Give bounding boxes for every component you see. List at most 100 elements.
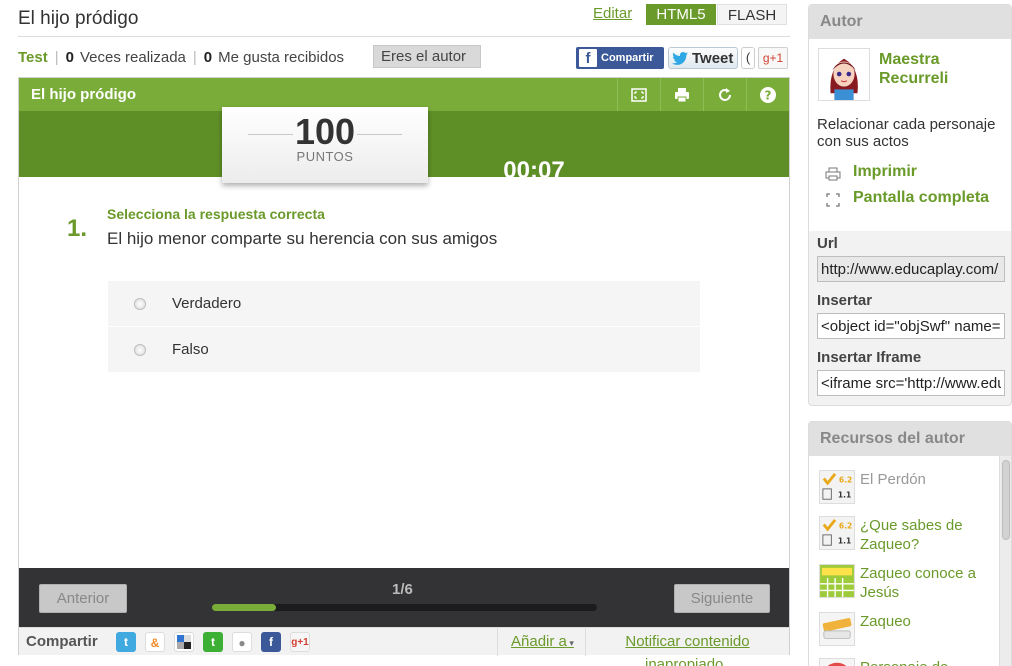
radio-button[interactable] — [134, 343, 146, 356]
tweet-label: Tweet — [692, 49, 734, 67]
report-content-link[interactable]: Notificar contenido — [585, 628, 789, 656]
tuenti-icon[interactable]: t — [203, 632, 223, 652]
time-label: TIEMPO — [507, 184, 561, 199]
delicious-squares-icon — [177, 635, 191, 649]
time-value: 00:07 — [503, 157, 565, 184]
activity-title: El hijo pródigo — [31, 86, 136, 103]
likes-count: 0 — [203, 48, 213, 66]
refresh-icon — [718, 87, 731, 101]
activity-frame: El hijo pródigo ? 00:07 TIEMPO 100 PUNTO… — [18, 77, 790, 656]
answer-label: Falso — [172, 341, 209, 358]
gplus-icon[interactable]: g+1 — [290, 632, 310, 652]
edit-link[interactable]: Editar — [593, 5, 632, 22]
plays-count: 0 — [65, 48, 74, 66]
facebook-icon: f — [579, 49, 597, 67]
resources-list: 6.2 1.1 El Perdón 6.2 1.1 ¿Que sabes de Za… — [809, 456, 999, 666]
add-to-dropdown[interactable]: Añadir a ▾ — [497, 628, 585, 656]
format-flash-tab[interactable]: FLASH — [717, 4, 787, 25]
scrollbar-thumb[interactable] — [1002, 460, 1010, 540]
delicious-icon[interactable] — [174, 632, 194, 652]
meta-separator: | — [54, 48, 59, 66]
fullscreen-icon — [630, 87, 647, 102]
embed-label: Insertar — [817, 292, 873, 309]
answer-option-false[interactable]: Falso — [108, 327, 700, 373]
print-tool-button[interactable] — [660, 78, 702, 111]
svg-text:1.1: 1.1 — [838, 490, 851, 499]
page-title: El hijo pródigo — [18, 8, 139, 29]
svg-text:1.1: 1.1 — [838, 536, 851, 545]
resource-title: Personaje de — [860, 658, 995, 666]
resources-heading: Recursos del autor — [809, 422, 1011, 456]
share-label: Compartir — [26, 633, 98, 650]
url-label: Url — [817, 235, 838, 252]
chevron-down-icon: ▾ — [566, 638, 574, 648]
report-content-link-continued[interactable]: inapropiado — [645, 658, 723, 666]
likes-label: Me gusta recibidos — [218, 48, 345, 66]
next-button[interactable]: Siguiente — [674, 584, 770, 613]
test-activity-icon: 6.2 1.1 — [819, 516, 855, 550]
ordering-activity-icon — [819, 612, 855, 646]
author-avatar[interactable] — [818, 48, 870, 101]
help-icon: ? — [759, 86, 776, 103]
resource-title: Zaqueo — [860, 613, 911, 630]
iframe-code-field[interactable] — [817, 370, 1005, 396]
timer: 00:07 TIEMPO — [489, 157, 579, 200]
author-resources-panel: Recursos del autor 6.2 1.1 El Perdón 6.2 1… — [808, 421, 1012, 666]
progress-fill — [212, 604, 277, 611]
tweet-button[interactable]: Tweet — [668, 47, 738, 69]
activity-meta: Test | 0 Veces realizada | 0 Me gusta re… — [18, 47, 344, 67]
myspace-icon[interactable]: ● — [232, 632, 252, 652]
twitter-icon[interactable]: t — [116, 632, 136, 652]
facebook-share-label: Compartir — [601, 52, 654, 64]
relation-activity-icon — [819, 658, 855, 666]
progress-track — [212, 604, 597, 611]
resource-title: Zaqueo conoce a Jesús — [860, 565, 976, 601]
activity-type: Test — [18, 48, 48, 66]
svg-text:6.2: 6.2 — [839, 475, 852, 484]
score-decoration — [357, 134, 402, 135]
print-link[interactable]: Imprimir — [853, 163, 917, 181]
fullscreen-link[interactable]: Pantalla completa — [853, 189, 989, 207]
score-value: 100 — [294, 111, 356, 152]
crossword-activity-icon — [819, 564, 855, 598]
embed-code-field[interactable] — [817, 313, 1005, 339]
fullscreen-tool-button[interactable] — [617, 78, 659, 111]
question-instruction: Selecciona la respuesta correcta — [107, 206, 325, 222]
gplus-button[interactable]: g+1 — [758, 47, 788, 69]
score-card: 100 PUNTOS — [222, 107, 428, 183]
question-number: 1. — [67, 215, 88, 242]
author-name[interactable]: Maestra Recurreli — [879, 50, 999, 88]
facebook-icon[interactable]: f — [261, 632, 281, 652]
author-card: Maestra Recurreli Relacionar cada person… — [809, 39, 1011, 231]
help-tool-button[interactable]: ? — [746, 78, 788, 111]
score-decoration — [248, 134, 293, 135]
plays-label: Veces realizada — [79, 48, 186, 66]
url-field[interactable] — [817, 256, 1005, 282]
author-panel: Autor Maestra Recurreli Relacionar cada … — [808, 4, 1012, 406]
answer-options: Verdadero Falso — [108, 281, 700, 373]
previous-button[interactable]: Anterior — [39, 584, 127, 613]
activity-description: Relacionar cada personaje con sus actos — [817, 116, 996, 150]
progress-label: 1/6 — [392, 581, 413, 598]
add-to-label: Añadir a — [511, 633, 567, 650]
iframe-label: Insertar Iframe — [817, 349, 922, 366]
answer-option-true[interactable]: Verdadero — [108, 281, 700, 327]
meta-separator: | — [192, 48, 197, 66]
radio-button[interactable] — [134, 297, 146, 310]
title-divider — [18, 36, 790, 37]
answer-label: Verdadero — [172, 295, 242, 312]
navigation-bar: Anterior 1/6 Siguiente — [19, 568, 789, 627]
resource-title: ¿Que sabes de Zaqueo? — [860, 517, 963, 553]
restart-tool-button[interactable] — [703, 78, 745, 111]
score-label: PUNTOS — [296, 149, 354, 164]
author-badge: Eres el autor — [373, 45, 481, 68]
test-activity-icon: 6.2 1.1 — [819, 470, 855, 504]
resource-title: El Perdón — [860, 471, 926, 488]
blogger-icon[interactable]: & — [145, 632, 165, 652]
resources-scrollbar[interactable] — [999, 456, 1011, 666]
facebook-share-button[interactable]: f Compartir — [576, 47, 664, 69]
twitter-bird-icon — [672, 51, 688, 65]
author-heading: Autor — [809, 5, 1011, 39]
format-html5-tab[interactable]: HTML5 — [646, 4, 716, 25]
share-row: Compartir t & t ● f g+1 Añadir a ▾ Notif… — [19, 627, 789, 656]
